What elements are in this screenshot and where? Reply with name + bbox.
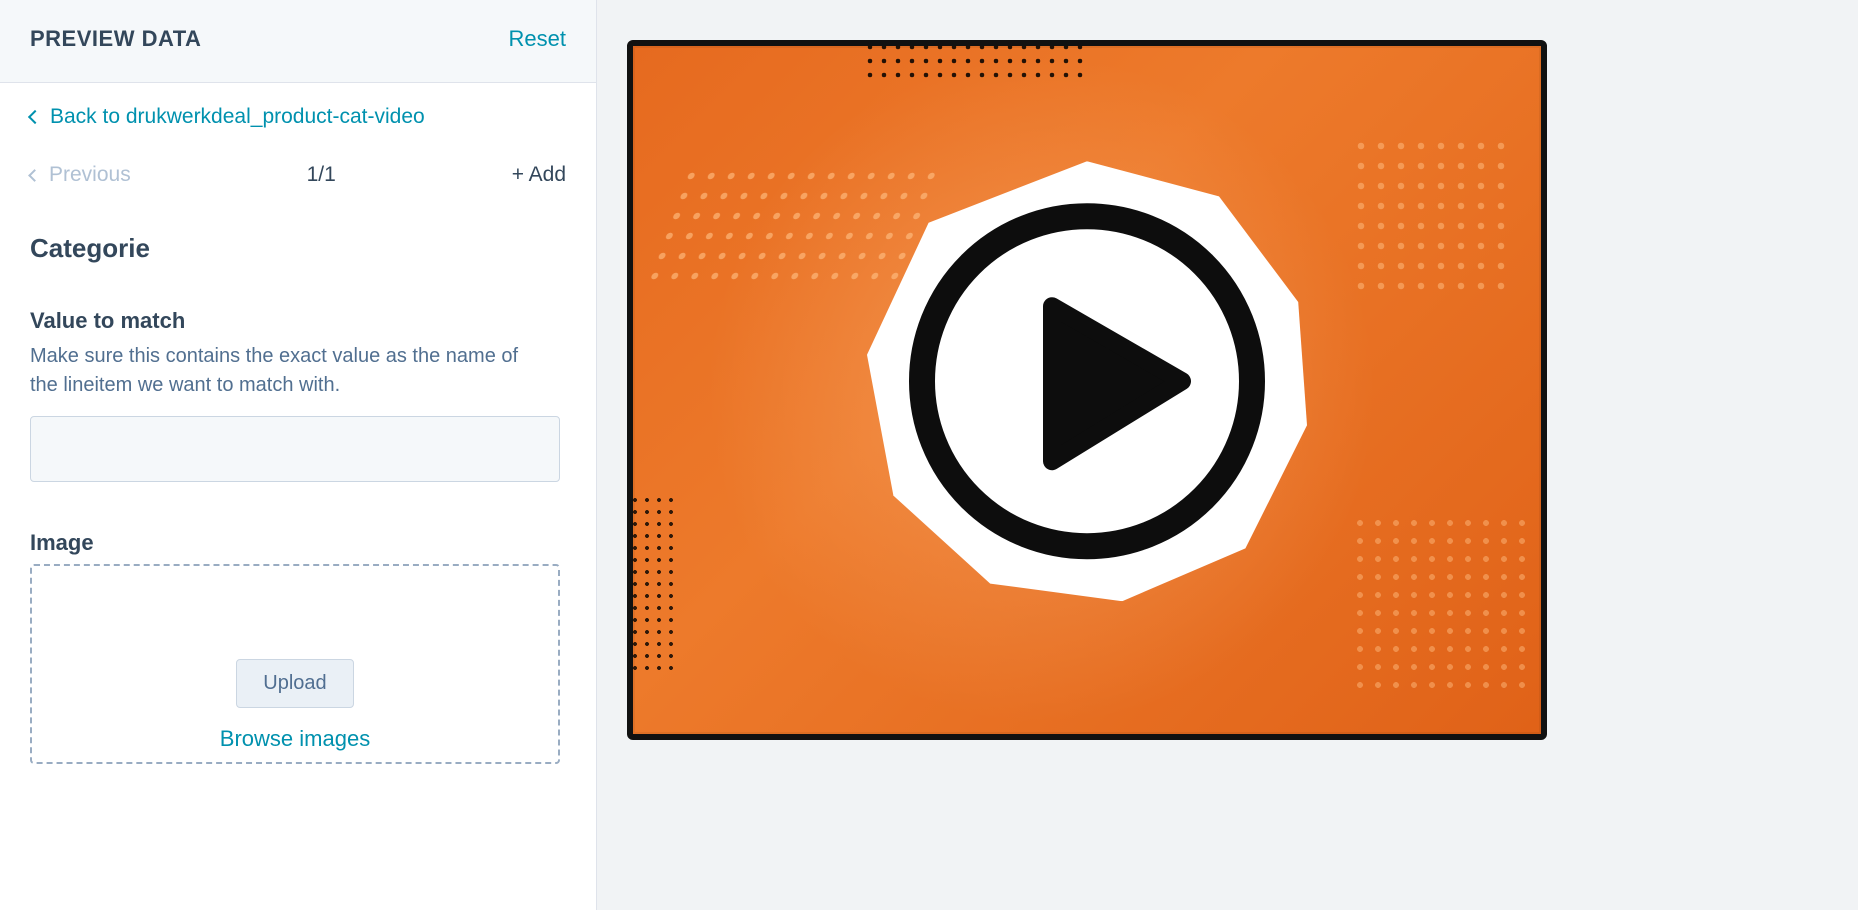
field-help: Make sure this contains the exact value … [30, 342, 550, 400]
halftone-decoration [1351, 136, 1511, 296]
record-nav: Previous 1/1 + Add [30, 163, 566, 187]
halftone-decoration [863, 40, 1083, 80]
chevron-left-icon [28, 169, 41, 182]
halftone-decoration [1351, 514, 1531, 694]
browse-images-link[interactable]: Browse images [220, 726, 370, 752]
field-image: Image Upload Browse images [30, 530, 566, 764]
preview-thumbnail[interactable] [627, 40, 1547, 740]
add-button[interactable]: + Add [512, 163, 566, 187]
page-count: 1/1 [307, 163, 336, 187]
image-dropzone[interactable]: Upload Browse images [30, 564, 560, 764]
panel-title: PREVIEW DATA [30, 26, 201, 52]
previous-label: Previous [49, 163, 131, 187]
back-link-label: Back to drukwerkdeal_product-cat-video [50, 105, 425, 129]
halftone-decoration [629, 494, 679, 674]
panel-body: Back to drukwerkdeal_product-cat-video P… [0, 83, 596, 910]
reset-button[interactable]: Reset [509, 26, 566, 52]
back-link[interactable]: Back to drukwerkdeal_product-cat-video [30, 105, 566, 129]
field-value-to-match: Value to match Make sure this contains t… [30, 308, 566, 482]
previous-button: Previous [30, 163, 131, 187]
panel-header: PREVIEW DATA Reset [0, 0, 596, 83]
chevron-left-icon [28, 110, 42, 124]
field-label: Value to match [30, 308, 566, 334]
preview-data-panel: PREVIEW DATA Reset Back to drukwerkdeal_… [0, 0, 597, 910]
upload-button[interactable]: Upload [236, 659, 353, 708]
value-to-match-input[interactable] [30, 416, 560, 482]
play-icon [867, 161, 1307, 601]
section-heading: Categorie [30, 233, 566, 264]
field-label: Image [30, 530, 566, 556]
preview-area [597, 0, 1858, 910]
